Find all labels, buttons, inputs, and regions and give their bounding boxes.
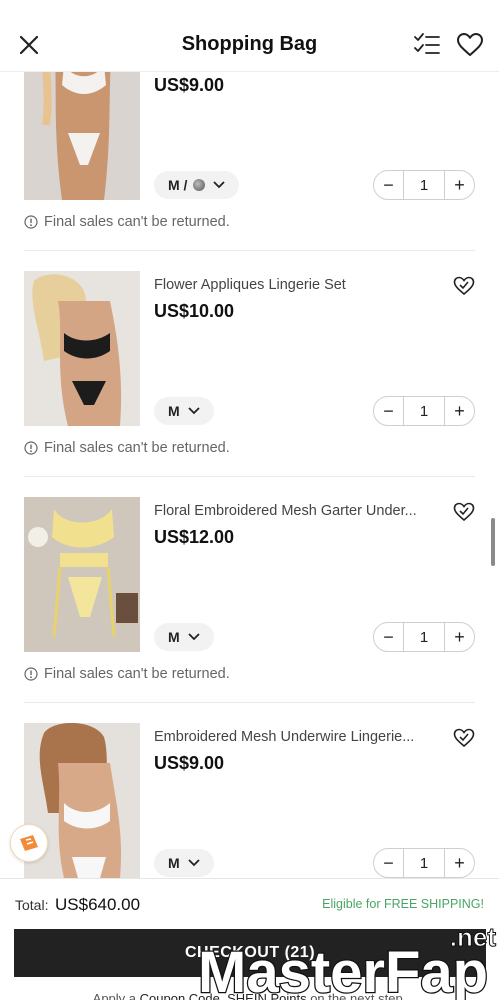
- cart-item: US$9.00 M / − 1 + Final sales can't be r…: [0, 72, 499, 251]
- total-label: Total:: [15, 897, 49, 913]
- quantity-value: 1: [403, 397, 445, 425]
- increase-quantity-button[interactable]: +: [445, 171, 474, 199]
- quantity-value: 1: [403, 171, 445, 199]
- top-nav-bar: Shopping Bag: [0, 0, 499, 72]
- product-price: US$12.00: [154, 527, 235, 547]
- scrollbar[interactable]: [491, 518, 495, 566]
- final-sale-notice: Final sales can't be returned.: [24, 666, 230, 682]
- checklist-icon[interactable]: [413, 32, 441, 58]
- wishlist-add-icon[interactable]: [453, 728, 475, 748]
- info-icon: [24, 667, 38, 681]
- decrease-quantity-button[interactable]: −: [374, 623, 403, 651]
- quantity-stepper: − 1 +: [373, 622, 475, 652]
- free-shipping-notice: Eligible for FREE SHIPPING!: [322, 897, 484, 911]
- final-sale-notice: Final sales can't be returned.: [24, 440, 230, 456]
- heart-icon[interactable]: [456, 32, 484, 58]
- info-icon: [24, 441, 38, 455]
- chevron-down-icon: [188, 859, 200, 867]
- color-swatch: [193, 179, 206, 191]
- final-sale-text: Final sales can't be returned.: [44, 214, 230, 230]
- variant-selector[interactable]: M: [154, 849, 214, 877]
- product-image[interactable]: [24, 271, 140, 426]
- chevron-down-icon: [188, 407, 200, 415]
- cart-item: Floral Embroidered Mesh Garter Under... …: [0, 477, 499, 703]
- chevron-down-icon: [188, 633, 200, 641]
- final-sale-notice: Final sales can't be returned.: [24, 214, 230, 230]
- coupon-float-button[interactable]: [10, 824, 48, 862]
- cart-list[interactable]: US$9.00 M / − 1 + Final sales can't be r…: [0, 72, 499, 878]
- final-sale-text: Final sales can't be returned.: [44, 440, 230, 456]
- increase-quantity-button[interactable]: +: [445, 397, 474, 425]
- product-image[interactable]: [24, 72, 140, 200]
- variant-label: M /: [168, 177, 188, 193]
- decrease-quantity-button[interactable]: −: [374, 171, 403, 199]
- product-price: US$9.00: [154, 753, 225, 773]
- cart-item: Flower Appliques Lingerie Set US$10.00 M…: [0, 251, 499, 477]
- increase-quantity-button[interactable]: +: [445, 623, 474, 651]
- info-icon: [24, 215, 38, 229]
- quantity-stepper: − 1 +: [373, 396, 475, 426]
- quantity-stepper: − 1 +: [373, 848, 475, 878]
- quantity-value: 1: [403, 849, 445, 877]
- variant-label: M: [168, 629, 180, 645]
- product-image[interactable]: [24, 497, 140, 652]
- product-name[interactable]: Embroidered Mesh Underwire Lingerie...: [154, 729, 434, 745]
- product-name[interactable]: Floral Embroidered Mesh Garter Under...: [154, 503, 434, 519]
- decrease-quantity-button[interactable]: −: [374, 849, 403, 877]
- final-sale-text: Final sales can't be returned.: [44, 666, 230, 682]
- quantity-value: 1: [403, 623, 445, 651]
- quantity-stepper: − 1 +: [373, 170, 475, 200]
- increase-quantity-button[interactable]: +: [445, 849, 474, 877]
- coupon-hint-prefix: Apply a: [92, 991, 140, 1000]
- watermark-logo: .net MasterFap: [197, 922, 497, 1000]
- product-price: US$10.00: [154, 301, 235, 321]
- wishlist-add-icon[interactable]: [453, 502, 475, 522]
- cart-item: Embroidered Mesh Underwire Lingerie... U…: [0, 703, 499, 878]
- wishlist-add-icon[interactable]: [453, 276, 475, 296]
- total-value: US$640.00: [55, 895, 141, 914]
- variant-selector[interactable]: M /: [154, 171, 240, 199]
- coupon-icon: [20, 835, 38, 851]
- variant-selector[interactable]: M: [154, 397, 214, 425]
- chevron-down-icon: [213, 181, 226, 189]
- decrease-quantity-button[interactable]: −: [374, 397, 403, 425]
- variant-label: M: [168, 403, 180, 419]
- product-name[interactable]: Flower Appliques Lingerie Set: [154, 277, 434, 293]
- product-price: US$9.00: [154, 75, 225, 95]
- variant-selector[interactable]: M: [154, 623, 214, 651]
- variant-label: M: [168, 855, 180, 871]
- watermark-text: MasterFap: [198, 940, 488, 1000]
